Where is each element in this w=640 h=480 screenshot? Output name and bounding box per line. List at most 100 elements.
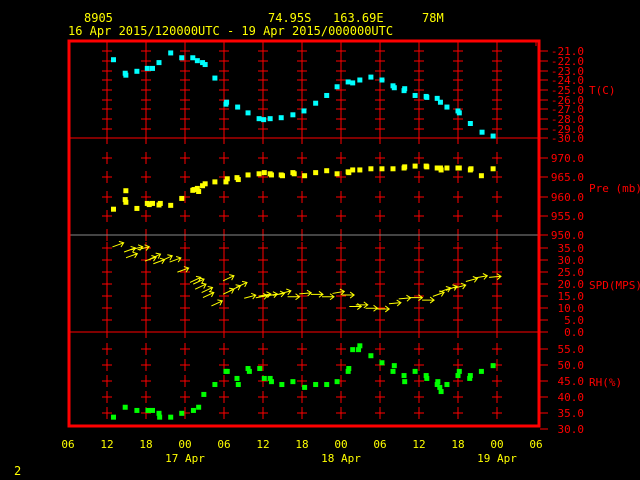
y-tick-label: 40.0: [558, 391, 585, 404]
wind-arrow: [279, 288, 292, 296]
temperature-point: [444, 104, 450, 110]
relative_humidity-point: [212, 382, 218, 388]
pressure-point: [402, 164, 408, 170]
relative_humidity-point: [122, 404, 128, 410]
wind-arrow: [112, 240, 125, 248]
pressure-point: [179, 195, 185, 201]
relative_humidity-point: [401, 373, 407, 379]
temperature-point: [278, 115, 284, 121]
relative_humidity-point: [346, 366, 352, 372]
wind-arrow-shape: [342, 291, 355, 299]
wind-arrow: [244, 292, 257, 300]
temperature-point: [256, 116, 262, 122]
relative_humidity-point: [302, 384, 308, 390]
temperature-point: [134, 68, 140, 74]
temperature-point: [357, 77, 363, 83]
x-tick-label: 12: [412, 438, 425, 451]
pressure-point: [468, 166, 474, 172]
relative_humidity-point: [290, 379, 296, 385]
pressure-point: [291, 171, 297, 177]
wind-arrow: [422, 296, 435, 304]
relative_humidity-point: [478, 368, 484, 374]
pressure-point: [245, 172, 251, 178]
relative_humidity-point: [456, 368, 462, 374]
wind-arrow-shape: [153, 257, 166, 265]
wind-arrow: [287, 293, 301, 301]
relative_humidity-point: [412, 368, 418, 374]
relative_humidity-point: [334, 379, 340, 385]
relative_humidity-point: [196, 404, 202, 410]
relative_humidity-point: [279, 382, 285, 388]
temperature-point: [150, 65, 155, 71]
pressure-point: [324, 168, 330, 174]
wind-arrow: [388, 299, 402, 307]
wind-arrow: [489, 273, 502, 280]
temperature-point: [267, 116, 273, 122]
relative_humidity-point: [402, 379, 408, 385]
relative_humidity-point: [111, 414, 116, 420]
pressure-point: [212, 179, 218, 185]
temperature-point: [424, 94, 430, 100]
x-tick-label: 00: [490, 438, 503, 451]
relative_humidity-point: [390, 368, 396, 374]
relative_humidity-point: [435, 379, 441, 385]
pressure-point: [334, 171, 340, 177]
pressure-point: [150, 200, 155, 206]
wind-arrow: [445, 284, 458, 291]
wind-arrow-shape: [422, 296, 435, 304]
x-tick-label: 18: [451, 438, 464, 451]
wind-arrow-shape: [465, 276, 479, 283]
relative_humidity-point: [324, 382, 330, 388]
temperature-point: [168, 50, 174, 56]
relative_humidity-point: [424, 375, 430, 381]
wind-arrow-shape: [445, 284, 458, 291]
date-label: 19 Apr: [477, 452, 517, 465]
pressure-point: [157, 200, 163, 206]
wind-arrow-shape: [388, 299, 402, 307]
wind-arrow-shape: [287, 293, 301, 301]
temperature-point: [223, 101, 229, 107]
temperature-point: [212, 75, 218, 81]
wind-arrow-shape: [398, 294, 412, 302]
pressure-point: [424, 164, 430, 170]
temperature-point: [290, 112, 296, 118]
relative_humidity-point: [368, 353, 374, 359]
wind-arrow-shape: [279, 288, 292, 296]
pressure-point: [438, 167, 444, 173]
relative_humidity-point: [168, 414, 174, 420]
relative_humidity-point: [391, 363, 397, 369]
pressure-point: [444, 165, 450, 171]
temperature-point: [261, 117, 267, 123]
pressure-point: [490, 166, 496, 172]
wind-arrow: [398, 294, 412, 302]
pressure-point: [134, 205, 140, 211]
temperature-point: [350, 80, 356, 86]
temperature-point: [345, 79, 351, 85]
x-tick-label: 00: [178, 438, 191, 451]
temperature-point: [123, 72, 129, 78]
relative_humidity-point: [246, 368, 252, 374]
wind-arrow-shape: [244, 292, 257, 300]
wind-arrow-shape: [125, 251, 139, 259]
pressure-point: [302, 173, 308, 179]
x-tick-label: 06: [61, 438, 74, 451]
wind-arrow: [177, 266, 190, 273]
relative_humidity-point: [467, 373, 473, 379]
relative_humidity-point: [134, 407, 140, 413]
relative_humidity-point: [150, 407, 155, 413]
x-tick-label: 06: [529, 438, 542, 451]
wind-arrow: [161, 254, 173, 262]
wind-arrow-shape: [255, 292, 269, 300]
wind-arrow-shape: [322, 293, 335, 301]
temperature-point: [490, 133, 496, 139]
temperature-point: [467, 121, 473, 126]
relative_humidity-point: [157, 414, 163, 420]
wind-arrow-shape: [123, 245, 137, 253]
wind-arrow: [211, 299, 224, 307]
wind-arrow: [310, 290, 324, 298]
temperature-point: [437, 99, 443, 105]
x-tick-label: 06: [217, 438, 230, 451]
y-tick-label: 35.0: [558, 407, 585, 420]
temperature-point: [156, 60, 162, 66]
wind-arrow-shape: [310, 290, 324, 298]
